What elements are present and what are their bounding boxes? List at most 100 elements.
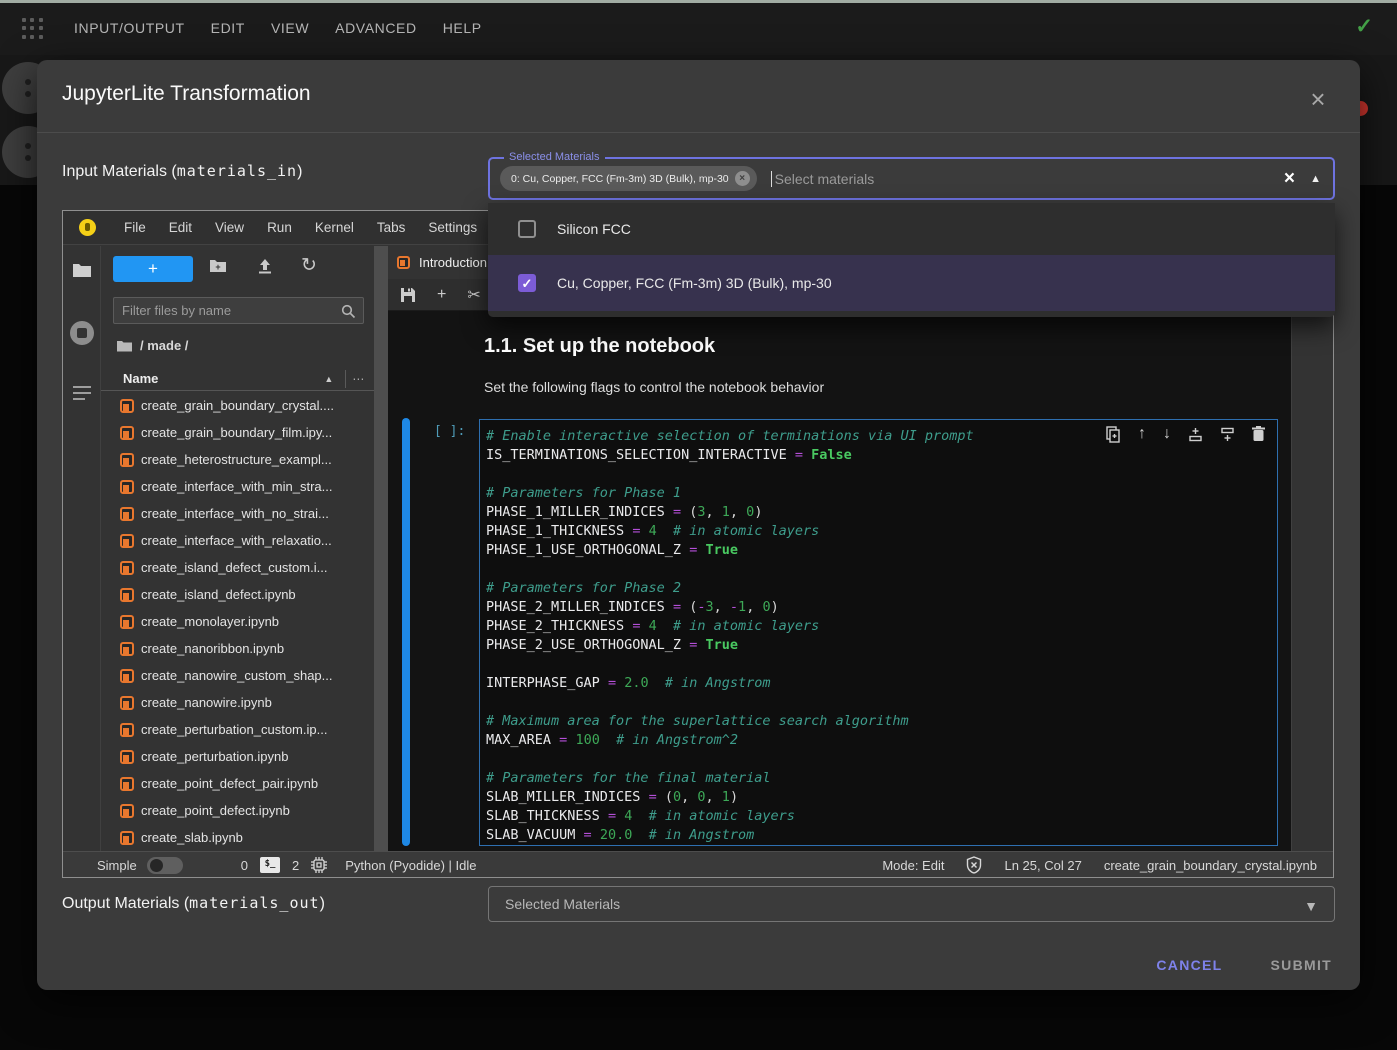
jupyterlite-transformation-dialog: JupyterLite Transformation × Input Mater…: [37, 60, 1360, 990]
file-browser-icon[interactable]: [72, 262, 92, 278]
filter-placeholder: Filter files by name: [122, 303, 231, 318]
duplicate-cell-icon[interactable]: [1106, 426, 1121, 443]
jupyter-menu-item[interactable]: Run: [267, 220, 292, 235]
file-row[interactable]: create_nanowire.ipynb: [101, 689, 374, 716]
upload-icon[interactable]: [257, 258, 273, 274]
save-icon[interactable]: [400, 287, 416, 303]
notebook-icon: [120, 561, 134, 575]
app-grid-logo-icon[interactable]: [22, 18, 44, 40]
code-editor[interactable]: # Enable interactive selection of termin…: [486, 427, 974, 845]
cut-cells-icon[interactable]: ✂: [467, 285, 480, 305]
material-chip[interactable]: 0: Cu, Copper, FCC (Fm-3m) 3D (Bulk), mp…: [500, 166, 757, 191]
kernel-status[interactable]: Python (Pyodide) | Idle: [345, 858, 476, 873]
check-icon[interactable]: ✓: [1355, 14, 1373, 39]
clear-icon[interactable]: ×: [1284, 168, 1295, 190]
checkbox-unchecked[interactable]: [518, 220, 536, 238]
new-folder-icon[interactable]: +: [209, 258, 227, 273]
file-row[interactable]: create_nanoribbon.ipynb: [101, 635, 374, 662]
file-row[interactable]: create_grain_boundary_film.ipy...: [101, 419, 374, 446]
jupyter-menu-item[interactable]: Edit: [169, 220, 192, 235]
insert-cell-below-icon[interactable]: [1220, 427, 1235, 442]
kernel-chip-icon[interactable]: [311, 857, 327, 873]
file-list-header[interactable]: Name ▲ ⋯: [101, 367, 374, 391]
notebook-icon: [120, 399, 134, 413]
file-row[interactable]: create_interface_with_min_stra...: [101, 473, 374, 500]
cursor-position[interactable]: Ln 25, Col 27: [1004, 858, 1081, 873]
close-icon[interactable]: ×: [1303, 84, 1333, 114]
jupyter-menu-item[interactable]: Kernel: [315, 220, 354, 235]
notebook-icon: [397, 256, 410, 269]
checkbox-checked[interactable]: ✓: [518, 274, 536, 292]
notebook-icon: [120, 507, 134, 521]
delete-cell-icon[interactable]: [1252, 426, 1265, 442]
cancel-button[interactable]: CANCEL: [1156, 957, 1222, 973]
insert-cell-icon[interactable]: +: [437, 286, 446, 304]
notebook-icon: [120, 534, 134, 548]
kernel-count[interactable]: 2: [292, 858, 299, 873]
file-row[interactable]: create_grain_boundary_crystal....: [101, 392, 374, 419]
screen: INPUT/OUTPUT EDIT VIEW ADVANCED HELP ✓ Jupyt…: [0, 0, 1397, 1050]
app-menu-item[interactable]: INPUT/OUTPUT: [74, 20, 185, 36]
divider: [37, 132, 1360, 133]
file-row[interactable]: create_heterostructure_exampl...: [101, 446, 374, 473]
terminal-icon[interactable]: $_: [260, 857, 280, 873]
jupyter-menu-item[interactable]: Tabs: [377, 220, 406, 235]
simple-mode-toggle[interactable]: [147, 857, 183, 874]
file-row[interactable]: create_interface_with_no_strai...: [101, 500, 374, 527]
sort-ascending-icon: ▲: [324, 374, 333, 384]
app-menu-item[interactable]: HELP: [443, 20, 482, 36]
jupyter-menu-item[interactable]: View: [215, 220, 244, 235]
refresh-icon[interactable]: ↻: [301, 254, 317, 277]
output-materials-select[interactable]: Selected Materials ▼: [488, 886, 1335, 922]
submit-button[interactable]: SUBMIT: [1271, 957, 1332, 973]
file-row[interactable]: create_perturbation.ipynb: [101, 743, 374, 770]
chip-remove-icon[interactable]: ×: [735, 171, 750, 186]
file-row[interactable]: create_monolayer.ipynb: [101, 608, 374, 635]
section-paragraph: Set the following flags to control the n…: [484, 379, 824, 395]
file-row[interactable]: create_island_defect.ipynb: [101, 581, 374, 608]
filter-files-input[interactable]: Filter files by name: [113, 297, 364, 324]
file-row[interactable]: create_perturbation_custom.ip...: [101, 716, 374, 743]
jupyter-menu-item[interactable]: File: [124, 220, 146, 235]
notebook-content[interactable]: 1.1. Set up the notebook Set the followi…: [388, 311, 1291, 851]
jupyterlite-logo-icon: [79, 219, 96, 236]
simple-mode-label: Simple: [97, 858, 137, 873]
file-browser-panel: + + ↻ Filter files by name / made / Na: [101, 246, 374, 851]
caret-up-icon[interactable]: ▲: [1310, 173, 1321, 185]
caret-down-icon[interactable]: ▼: [1304, 898, 1318, 914]
move-cell-down-icon[interactable]: ↓: [1163, 425, 1171, 443]
trust-shield-icon[interactable]: [966, 856, 982, 874]
notebook-panel: Introduction + ✂ 1.1. Set up the noteboo…: [388, 246, 1291, 851]
running-kernels-icon[interactable]: [69, 320, 95, 346]
jupyter-menu-item[interactable]: Settings: [428, 220, 477, 235]
select-legend: Selected Materials: [504, 151, 605, 163]
app-bar: INPUT/OUTPUT EDIT VIEW ADVANCED HELP ✓: [0, 0, 1397, 55]
panel-splitter[interactable]: [374, 246, 388, 851]
select-materials-input[interactable]: Select materials: [771, 171, 875, 187]
file-row[interactable]: create_interface_with_relaxatio...: [101, 527, 374, 554]
code-cell[interactable]: # Enable interactive selection of termin…: [479, 419, 1278, 846]
app-menu-item[interactable]: ADVANCED: [335, 20, 417, 36]
dropdown-option-silicon-fcc[interactable]: Silicon FCC: [488, 203, 1335, 255]
dropdown-option-cu-copper[interactable]: ✓ Cu, Copper, FCC (Fm-3m) 3D (Bulk), mp-…: [488, 255, 1335, 311]
breadcrumb[interactable]: / made /: [117, 338, 188, 353]
more-columns-icon[interactable]: ⋯: [352, 372, 364, 386]
app-menu-item[interactable]: EDIT: [211, 20, 245, 36]
file-row[interactable]: create_nanowire_custom_shap...: [101, 662, 374, 689]
jupyter-status-bar: Simple 0 $_ 2 Python (Pyodide) | Idle Mo…: [63, 851, 1333, 878]
selected-materials-select[interactable]: Selected Materials 0: Cu, Copper, FCC (F…: [488, 157, 1335, 200]
file-row[interactable]: create_point_defect.ipynb: [101, 797, 374, 824]
insert-cell-above-icon[interactable]: [1188, 427, 1203, 442]
file-list: create_grain_boundary_crystal.... create…: [101, 392, 374, 851]
table-of-contents-icon[interactable]: [71, 384, 93, 402]
app-menu-item[interactable]: VIEW: [271, 20, 309, 36]
terminal-count[interactable]: 0: [241, 858, 248, 873]
notebook-icon: [120, 831, 134, 845]
editor-mode[interactable]: Mode: Edit: [882, 858, 944, 873]
file-row[interactable]: create_slab.ipynb: [101, 824, 374, 851]
move-cell-up-icon[interactable]: ↑: [1138, 425, 1146, 443]
file-row[interactable]: create_island_defect_custom.i...: [101, 554, 374, 581]
new-launcher-button[interactable]: +: [113, 256, 193, 282]
jupyter-activity-bar: [63, 246, 101, 851]
file-row[interactable]: create_point_defect_pair.ipynb: [101, 770, 374, 797]
